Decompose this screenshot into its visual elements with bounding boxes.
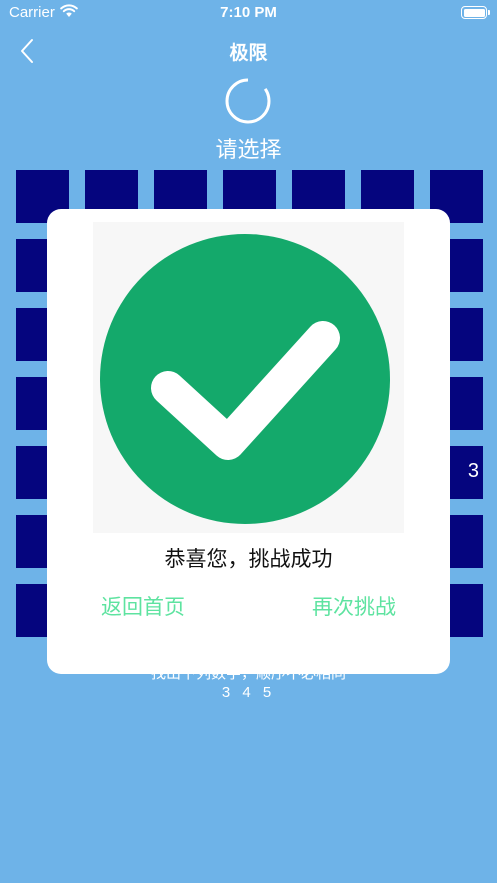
timer-ring-icon [225,78,271,124]
target-sequence: 3 4 5 [221,684,276,701]
checkmark-circle-icon [100,234,390,524]
back-home-button[interactable]: 返回首页 [101,591,185,621]
grid-cell-number: 3 [467,460,479,482]
clock: 7:10 PM [220,4,277,21]
status-bar: Carrier 7:10 PM [0,0,497,26]
prompt-label: 请选择 [215,138,282,163]
page-title: 极限 [229,42,268,64]
success-image [93,222,404,533]
retry-button[interactable]: 再次挑战 [312,591,396,621]
success-dialog: 恭喜您，挑战成功 返回首页 再次挑战 [47,209,450,674]
battery-icon [461,6,490,19]
dialog-message: 恭喜您，挑战成功 [164,547,333,571]
